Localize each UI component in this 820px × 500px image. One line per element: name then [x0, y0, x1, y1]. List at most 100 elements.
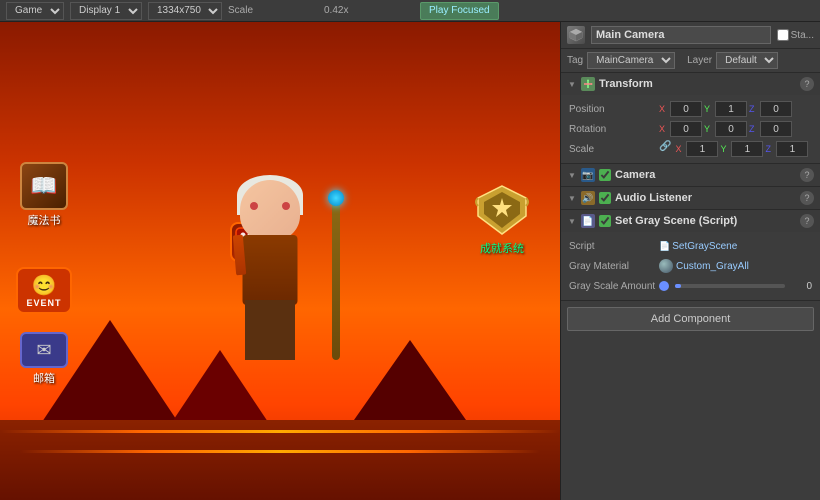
tag-layer-row: Tag MainCamera Layer Default: [561, 49, 820, 73]
sc-x-axis: X: [675, 144, 685, 154]
camera-checkbox[interactable]: [599, 169, 611, 181]
gray-help[interactable]: ?: [800, 214, 814, 228]
display-dropdown[interactable]: Display 1: [70, 2, 142, 20]
pos-y-group: Y: [704, 101, 747, 117]
gray-emoji: 📄: [582, 216, 593, 227]
book-emoji: 📖: [30, 173, 57, 199]
gray-scale-label: Gray Scale Amount: [569, 281, 659, 292]
scale-row: Scale 🔗 X Y Z: [569, 139, 812, 159]
cube-svg: [568, 27, 584, 43]
gray-checkbox[interactable]: [599, 215, 611, 227]
camera-help[interactable]: ?: [800, 168, 814, 182]
pos-y-axis: Y: [704, 104, 714, 114]
sc-z-input[interactable]: [776, 141, 808, 157]
transform-help[interactable]: ?: [800, 77, 814, 91]
gray-name: Set Gray Scene (Script): [615, 215, 796, 227]
material-sphere: [659, 259, 673, 273]
toolbar: Game Display 1 1334x750 Scale 0.42x Play…: [0, 0, 820, 22]
add-component-button[interactable]: Add Component: [567, 307, 814, 331]
scale-label: Scale: [228, 5, 318, 16]
lava-line-1: [0, 430, 560, 433]
camera-emoji: 📷: [582, 170, 593, 181]
object-name-input[interactable]: [591, 26, 771, 44]
mail-label: 邮箱: [20, 370, 68, 386]
camera-icon: 📷: [581, 168, 595, 182]
audio-header[interactable]: ▼ 🔊 Audio Listener ?: [561, 187, 820, 209]
rotation-row: Rotation X Y Z: [569, 119, 812, 139]
event-box: 😊 EVENT: [16, 267, 72, 314]
audio-help[interactable]: ?: [800, 191, 814, 205]
mail-box: ✉: [20, 332, 68, 368]
rot-x-group: X: [659, 121, 702, 137]
transform-arrow: ▼: [567, 79, 577, 89]
transform-header[interactable]: ▼ Transform ?: [561, 73, 820, 95]
pos-z-input[interactable]: [760, 101, 792, 117]
slider-track[interactable]: [675, 284, 785, 288]
audio-checkbox[interactable]: [599, 192, 611, 204]
achievement-label: 成就系统: [474, 240, 530, 256]
sc-y-input[interactable]: [731, 141, 763, 157]
gray-scene-header[interactable]: ▼ 📄 Set Gray Scene (Script) ?: [561, 210, 820, 232]
char-eye-right: [282, 202, 290, 210]
slider-container: 0: [659, 281, 812, 292]
rotation-values: X Y Z: [659, 121, 812, 137]
magic-book-icon[interactable]: 📖 魔法书: [20, 162, 68, 228]
pos-x-group: X: [659, 101, 702, 117]
lava-line-2: [20, 450, 540, 453]
rot-y-axis: Y: [704, 124, 714, 134]
tag-select[interactable]: MainCamera: [587, 52, 675, 69]
audio-emoji: 🔊: [582, 193, 593, 204]
rot-x-input[interactable]: [670, 121, 702, 137]
gray-body: Script 📄 SetGrayScene Gray Material Cust…: [561, 232, 820, 300]
audio-name: Audio Listener: [615, 192, 796, 204]
position-row: Position X Y Z: [569, 99, 812, 119]
sc-y-axis: Y: [720, 144, 730, 154]
rot-y-group: Y: [704, 121, 747, 137]
play-focused-button[interactable]: Play Focused: [420, 2, 499, 20]
script-icon: 📄: [659, 241, 670, 252]
script-value: SetGrayScene: [672, 241, 737, 252]
pos-z-group: Z: [749, 101, 792, 117]
script-val-container: 📄 SetGrayScene: [659, 241, 812, 252]
rotation-label: Rotation: [569, 124, 659, 135]
rot-x-axis: X: [659, 124, 669, 134]
event-button[interactable]: 😊 EVENT: [16, 267, 72, 314]
scale-prop-label: Scale: [569, 144, 659, 155]
audio-listener-component: ▼ 🔊 Audio Listener ?: [561, 187, 820, 210]
layer-select[interactable]: Default: [716, 52, 778, 69]
char-cape: [233, 235, 246, 276]
pos-z-axis: Z: [749, 104, 759, 114]
pos-x-input[interactable]: [670, 101, 702, 117]
static-checkbox[interactable]: [777, 29, 789, 41]
position-label: Position: [569, 104, 659, 115]
static-label: Sta...: [791, 30, 814, 41]
sc-x-group: X: [675, 141, 718, 157]
camera-component: ▼ 📷 Camera ?: [561, 164, 820, 187]
transform-component: ▼ Transform ? Position: [561, 73, 820, 164]
resolution-dropdown[interactable]: 1334x750: [148, 2, 222, 20]
main-content: 📖 魔法书 成就: [0, 22, 820, 500]
game-dropdown[interactable]: Game: [6, 2, 64, 20]
event-face: 😊: [22, 273, 66, 298]
slider-value: 0: [792, 281, 812, 292]
inspector-panel: Sta... Tag MainCamera Layer Default ▼: [560, 22, 820, 500]
magic-book-label: 魔法书: [20, 212, 68, 228]
slider-circle: [659, 281, 669, 291]
inspector-header: Sta...: [561, 22, 820, 49]
transform-body: Position X Y Z: [561, 95, 820, 163]
char-body: [190, 170, 350, 430]
audio-icon: 🔊: [581, 191, 595, 205]
camera-header[interactable]: ▼ 📷 Camera ?: [561, 164, 820, 186]
sc-x-input[interactable]: [686, 141, 718, 157]
badge-svg: [474, 182, 530, 238]
achievement-icon[interactable]: 成就系统: [474, 182, 530, 256]
script-row: Script 📄 SetGrayScene: [569, 236, 812, 256]
char-torso: [243, 235, 298, 305]
rot-y-input[interactable]: [715, 121, 747, 137]
rot-z-input[interactable]: [760, 121, 792, 137]
mail-icon[interactable]: ✉ 邮箱: [20, 332, 68, 386]
pos-y-input[interactable]: [715, 101, 747, 117]
gray-scale-row: Gray Scale Amount 0: [569, 276, 812, 296]
scale-values: 🔗 X Y Z: [659, 141, 812, 157]
gray-material-label: Gray Material: [569, 261, 659, 272]
